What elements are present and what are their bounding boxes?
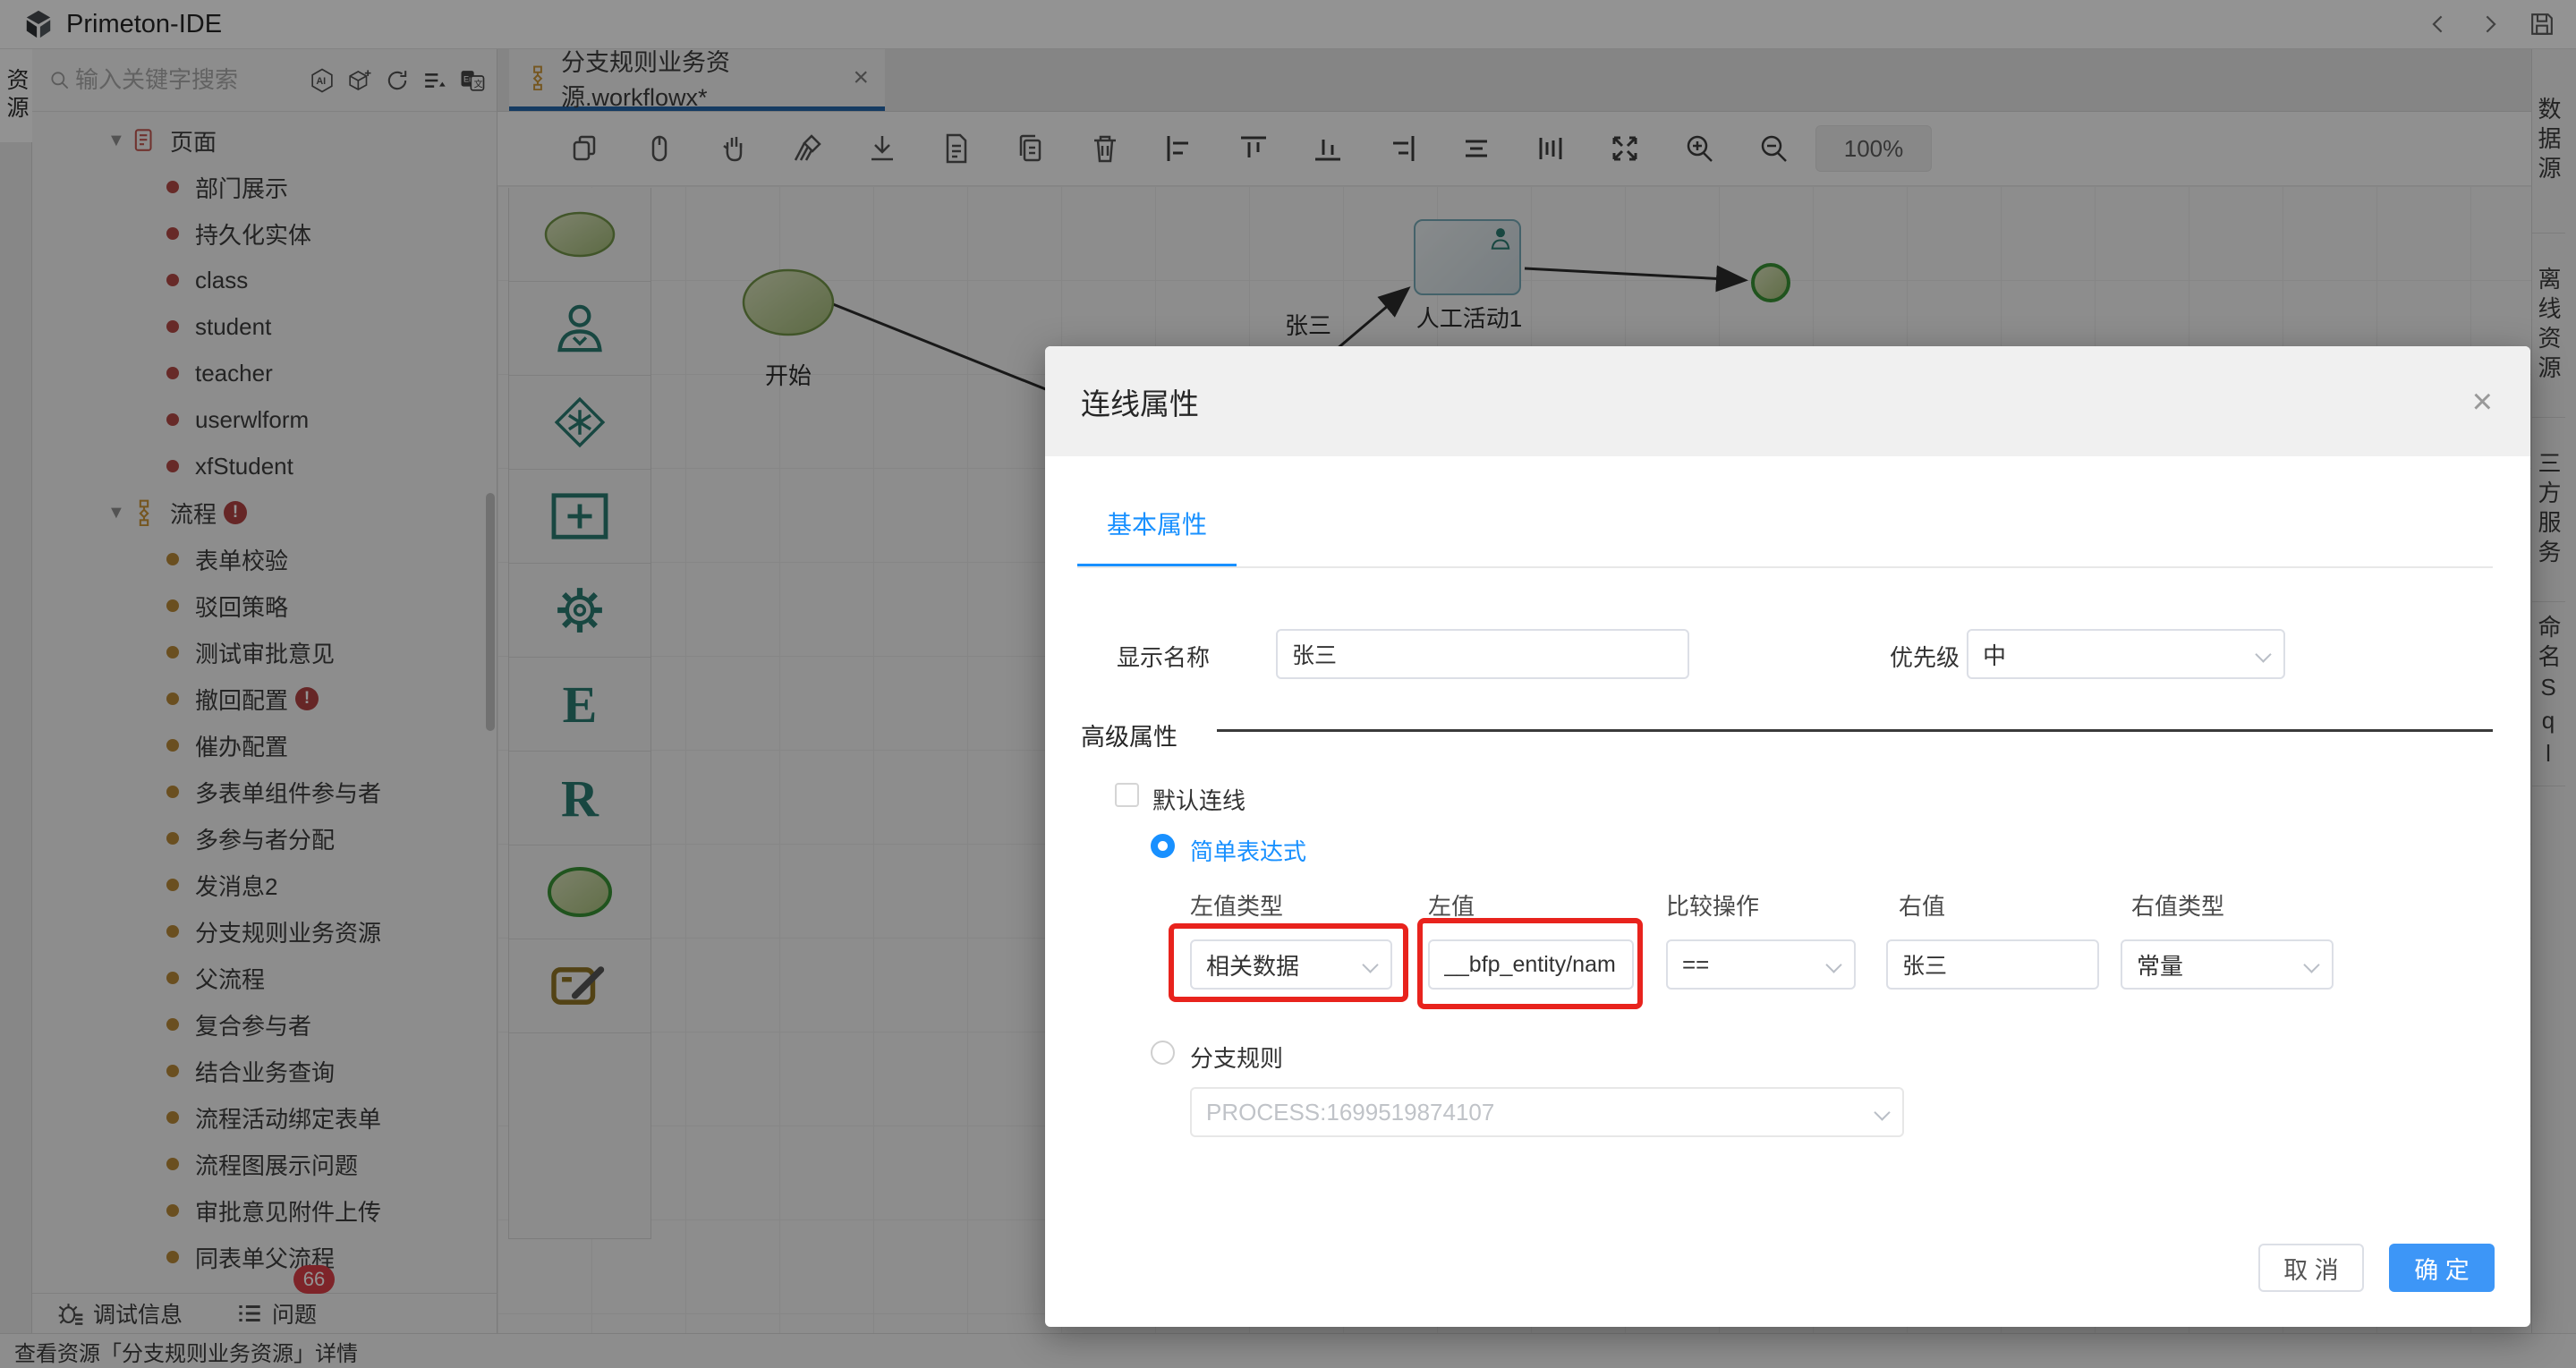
col-right-type: 右值类型	[2131, 888, 2224, 922]
col-operator: 比较操作	[1666, 888, 1759, 922]
annotation-box-left-value	[1417, 918, 1643, 1009]
advanced-section-rule	[1217, 729, 2493, 732]
display-name-input[interactable]	[1276, 629, 1689, 679]
default-line-checkbox[interactable]	[1115, 783, 1139, 807]
chevron-down-icon	[2255, 646, 2271, 662]
application-window: Primeton-IDE 资源 AI	[0, 0, 2576, 1368]
priority-select[interactable]: 中	[1967, 629, 2285, 679]
tab-basic-properties[interactable]: 基本属性	[1077, 506, 1237, 541]
chevron-down-icon	[1825, 956, 1841, 973]
right-type-select[interactable]: 常量	[2121, 939, 2334, 990]
cancel-button[interactable]: 取 消	[2258, 1244, 2364, 1292]
chevron-down-icon	[1874, 1104, 1890, 1120]
operator-select[interactable]: ==	[1666, 939, 1856, 990]
tab-divider	[1077, 566, 2493, 568]
right-value-input[interactable]	[1886, 939, 2099, 990]
branch-rule-label: 分支规则	[1190, 1041, 1283, 1074]
dialog-title: 连线属性	[1081, 380, 1199, 423]
default-line-label: 默认连线	[1152, 783, 1245, 816]
col-right-value: 右值	[1899, 888, 1945, 922]
display-name-label: 显示名称	[1117, 640, 1210, 673]
edge-properties-dialog: 连线属性 × 基本属性 显示名称 优先级 中 高级属性 默认连线 简单表达式 左…	[1045, 346, 2530, 1327]
priority-label: 优先级	[1890, 640, 1960, 673]
chevron-down-icon	[2303, 956, 2319, 973]
branch-rule-radio[interactable]	[1151, 1041, 1175, 1065]
advanced-section-label: 高级属性	[1081, 718, 1177, 752]
branch-rule-select[interactable]: PROCESS:1699519874107	[1190, 1087, 1904, 1137]
simple-expression-radio[interactable]	[1151, 834, 1175, 858]
confirm-button[interactable]: 确 定	[2389, 1244, 2495, 1292]
col-left-type: 左值类型	[1190, 888, 1283, 922]
col-left-value: 左值	[1428, 888, 1475, 922]
simple-expression-label: 简单表达式	[1190, 834, 1306, 867]
annotation-box-left-type	[1169, 923, 1408, 1002]
dialog-header[interactable]: 连线属性 ×	[1045, 346, 2530, 456]
dialog-close-icon[interactable]: ×	[2472, 384, 2493, 420]
